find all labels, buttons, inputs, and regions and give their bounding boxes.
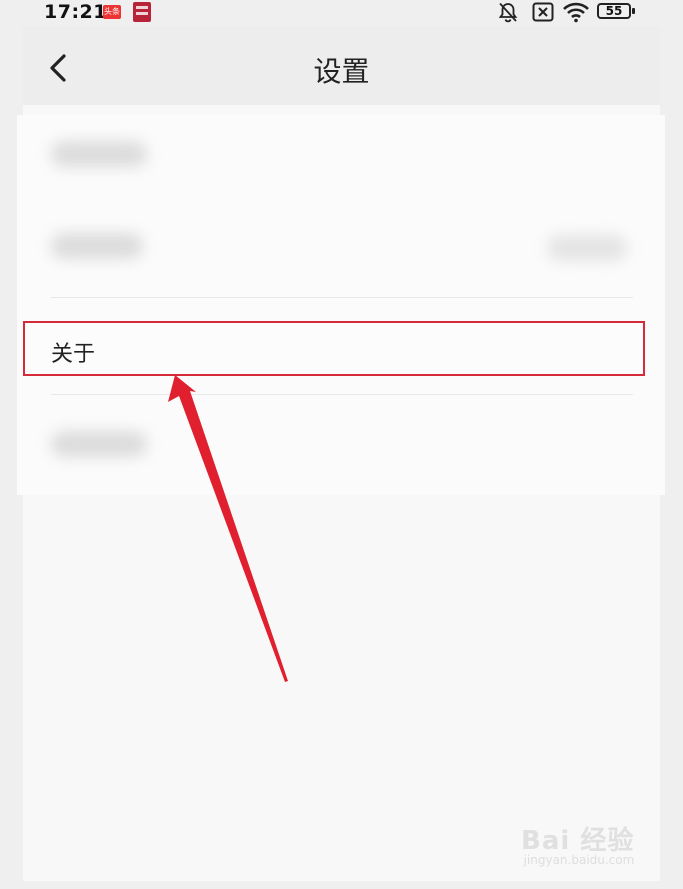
watermark-url: jingyan.baidu.com (523, 853, 635, 867)
baidu-jingyan-watermark: Bai 经验 jingyan.baidu.com (521, 820, 634, 867)
annotation-arrow (168, 375, 288, 682)
watermark-logo: Bai 经验 (521, 826, 635, 856)
